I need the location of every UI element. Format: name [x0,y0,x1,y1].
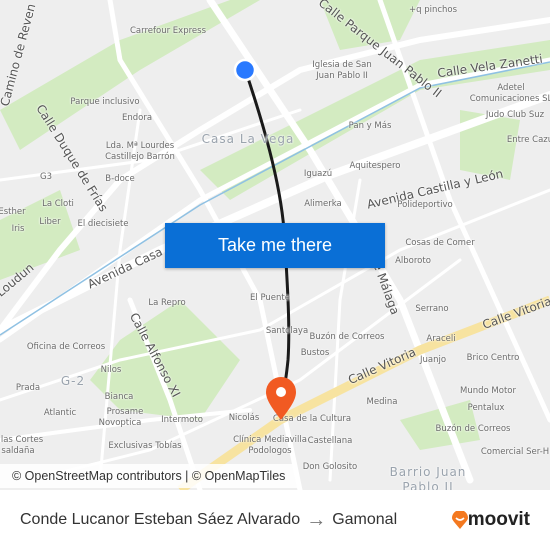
poi-label: La Repro [148,298,186,308]
poi-label: G3 [40,172,52,182]
poi-label: Brico Centro [466,353,520,363]
poi-label: Santolaya [265,326,309,336]
moovit-pin-icon [451,511,468,529]
poi-label: Bustos [300,348,330,358]
origin-name: Conde Lucanor Esteban Sáez Alvarado [20,511,301,528]
poi-label: Endora [121,113,153,123]
poi-label: Cosas de Comer [405,238,475,248]
take-me-there-button[interactable]: Take me there [165,223,385,268]
poi-label: Liber [39,217,61,227]
area-label: Casa La Vega [201,132,295,146]
poi-label: El diecisiete [77,219,129,229]
poi-label: Podologos [248,446,292,456]
poi-label: +q pinchos [408,5,458,15]
poi-label: Novoptica [98,418,142,428]
poi-label: El Puente [250,293,290,303]
poi-label: las Cortes [0,435,44,445]
moovit-logo: moovit [451,509,530,531]
poi-label: Exclusivas Tobías [108,441,182,451]
poi-label: Adetel [497,83,525,93]
poi-label: Buzón de Correos [309,332,385,342]
poi-label: Lda. Mª Lourdes [105,141,175,151]
poi-label: Pan y Más [348,121,392,131]
poi-label: Don Golosito [302,462,358,472]
map-attribution[interactable]: © OpenStreetMap contributors | © OpenMap… [0,464,297,488]
poi-label: Bianca [104,392,134,402]
poi-label: Intermoto [161,415,203,425]
poi-label: Nicolás [228,413,260,423]
poi-label: Judo Club Suz [485,110,545,120]
poi-label: Polideportivo [397,200,453,210]
footer: Conde Lucanor Esteban Sáez Alvarado → Ga… [0,490,550,550]
map[interactable]: Carrefour Express +q pinchos Iglesia de Sa… [0,0,550,490]
poi-label: B-doce [105,174,135,184]
poi-label: Iguazú [303,169,333,179]
poi-label: Serrano [415,304,449,314]
arrow-right-icon: → [306,508,327,531]
poi-label: Buzón de Correos [435,424,511,434]
poi-label: Casa de la Cultura [272,414,352,424]
poi-label: Nilos [100,365,122,375]
poi-label: Oficina de Correos [26,342,106,352]
poi-label: Juanjo [419,355,447,365]
poi-label: Prada [15,383,41,393]
poi-label: Esther [0,207,26,217]
poi-label: Atlantic [43,408,77,418]
poi-label: Parque inclusivo [70,97,140,107]
poi-label: Clínica Mediavilla [233,435,307,445]
poi-label: Prosame [106,407,144,417]
poi-label: Medina [366,397,398,407]
poi-label: Carrefour Express [130,26,206,36]
poi-label: Araceli [426,334,456,344]
route-summary: Conde Lucanor Esteban Sáez Alvarado → Ga… [20,509,397,532]
area-label: G-2 [60,374,86,388]
poi-label: Castellana [307,436,353,446]
poi-label: Iris [11,224,25,234]
poi-label: Pentalux [467,403,505,413]
area-label: Barrio Juan [389,465,467,479]
poi-label: La Cloti [42,199,74,209]
poi-label: Juan Pablo II [316,71,368,81]
poi-label: Castillejo Barrón [105,152,175,162]
area-label: Pablo II [402,480,454,490]
poi-label: Alboroto [395,256,431,266]
destination-name: Gamonal [332,511,398,528]
poi-label: Comunicaciones SL [469,94,550,104]
poi-label: Alimerka [304,199,342,209]
moovit-wordmark: moovit [467,509,530,530]
poi-label: saldaña [1,446,35,456]
poi-label: Aquitespero [349,161,401,171]
poi-label: Mundo Motor [460,386,516,396]
poi-label: Iglesia de San [312,60,372,70]
poi-label: Comercial Ser-H [480,447,550,457]
poi-label: Entre Cazu [506,135,550,145]
